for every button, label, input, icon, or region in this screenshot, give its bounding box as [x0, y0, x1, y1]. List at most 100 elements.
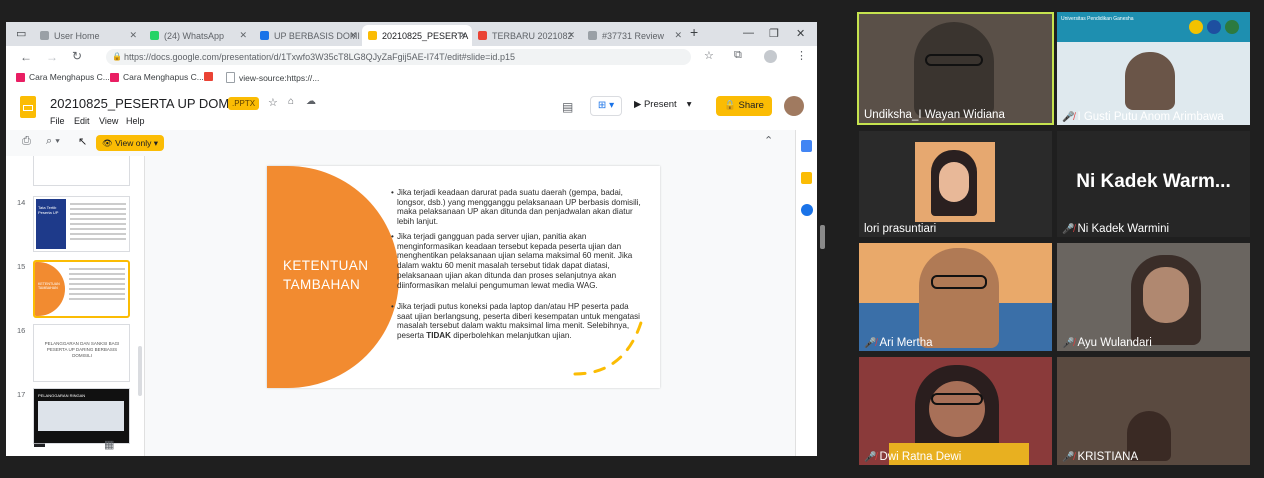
- participant-name-placeholder: Ni Kadek Warm...: [1076, 171, 1231, 192]
- participant-face: [929, 381, 985, 437]
- account-avatar[interactable]: [784, 96, 804, 116]
- page-icon: [226, 72, 235, 83]
- participant-face: [1143, 267, 1189, 323]
- select-cursor-icon[interactable]: ↖: [78, 135, 87, 148]
- print-icon[interactable]: ⎙: [22, 135, 31, 148]
- calendar-icon[interactable]: [801, 140, 812, 152]
- close-tab-icon[interactable]: ✕: [567, 30, 575, 41]
- bookmark-star-icon[interactable]: ☆: [704, 49, 714, 62]
- move-folder-icon[interactable]: ⌂: [288, 96, 294, 107]
- close-tab-icon[interactable]: ✕: [674, 30, 682, 41]
- participant-tile[interactable]: 🎤̸ Dwi Ratna Dewi: [859, 357, 1052, 465]
- close-window-icon[interactable]: ✕: [796, 27, 805, 40]
- present-icon: ▶: [634, 99, 644, 110]
- comments-icon[interactable]: ▤: [562, 100, 573, 114]
- participant-name: 🎤̸ Ayu Wulandari: [1062, 337, 1152, 349]
- browser-tab-active-slides[interactable]: 20210825_PESERTA ✕: [362, 25, 472, 46]
- slides-toolbar: ⎙ ⌕ ▾ ↖ 👁 View only ▾ ⌃: [6, 130, 817, 157]
- bookmark-item[interactable]: [204, 72, 217, 81]
- window-menu-icon[interactable]: ▭: [16, 27, 26, 40]
- star-icon[interactable]: ☆: [268, 96, 278, 109]
- zoom-icon[interactable]: ⌕ ▾: [46, 135, 60, 148]
- browser-tab-up-berbasis[interactable]: UP BERBASIS DOMI ✕: [254, 25, 362, 46]
- reload-icon[interactable]: ↻: [72, 49, 82, 63]
- tasks-icon[interactable]: [801, 204, 813, 216]
- url-field[interactable]: 🔒 https://docs.google.com/presentation/d…: [106, 49, 691, 65]
- grid-view-icon[interactable]: ▦: [104, 438, 114, 451]
- tab-label: (24) WhatsApp: [164, 30, 225, 41]
- filmstrip-scrollbar[interactable]: [138, 346, 142, 396]
- slide-thumbnail-15-selected[interactable]: KETENTUAN TAMBAHAN: [33, 260, 130, 318]
- bookmark-item[interactable]: Cara Menghapus C...: [16, 72, 110, 82]
- menu-edit[interactable]: Edit: [74, 116, 90, 126]
- participant-tile[interactable]: 🎤̸ KRISTIANA: [1057, 357, 1250, 465]
- slides-logo-icon[interactable]: [20, 96, 36, 118]
- browser-tab-terbaru[interactable]: TERBARU 2021082 ✕: [472, 25, 580, 46]
- expand-panel-icon[interactable]: ›: [779, 452, 783, 456]
- muted-mic-icon: 🎤̸: [1062, 338, 1075, 349]
- participant-tile[interactable]: Ni Kadek Warm... 🎤̸ Ni Kadek Warmini: [1057, 131, 1250, 237]
- participant-tile[interactable]: 🎤̸ Ayu Wulandari: [1057, 243, 1250, 351]
- browser-tab-whatsapp[interactable]: (24) WhatsApp ✕: [144, 25, 252, 46]
- ministry-logo-icon: [1207, 20, 1221, 34]
- thumbnail-text-lines: [69, 268, 125, 270]
- forward-icon[interactable]: →: [46, 50, 58, 64]
- slide-thumbnail-16[interactable]: PELANGGARAN DAN SANKSI BAGI PESERTA UP D…: [33, 324, 130, 382]
- minimize-icon[interactable]: —: [743, 27, 754, 39]
- new-slide-button[interactable]: ⊞ ▾: [590, 96, 622, 116]
- menu-file[interactable]: File: [50, 116, 65, 126]
- slide-number: 17: [17, 390, 26, 399]
- view-only-label: View only: [115, 138, 152, 148]
- back-icon[interactable]: ←: [20, 50, 32, 64]
- tab-label: User Home: [54, 30, 100, 41]
- close-tab-icon[interactable]: ✕: [239, 30, 247, 41]
- present-button[interactable]: ▶ Present ▾: [634, 96, 691, 114]
- maximize-icon[interactable]: ❐: [769, 27, 779, 40]
- close-tab-icon[interactable]: ✕: [459, 30, 467, 41]
- slide-thumbnail-14[interactable]: Tata Tertib Peserta UP: [33, 196, 130, 252]
- participant-video: [914, 22, 994, 117]
- present-dropdown-icon[interactable]: ▾: [687, 99, 692, 110]
- collapse-toolbar-icon[interactable]: ⌃: [764, 134, 773, 147]
- browser-tab-review[interactable]: #37731 Review ✕: [582, 25, 687, 46]
- filmstrip-view-icon[interactable]: ▬: [34, 438, 45, 450]
- document-title[interactable]: 20210825_PESERTA UP DOMISILI: [50, 96, 256, 111]
- view-only-button[interactable]: 👁 View only ▾: [96, 135, 165, 151]
- menu-help[interactable]: Help: [126, 116, 145, 126]
- slide-canvas: KETENTUAN TAMBAHAN Jika terjadi keadaan …: [145, 156, 795, 456]
- address-bar-row: ← → ↻ 🔒 https://docs.google.com/presenta…: [6, 46, 817, 69]
- thumbnail-table: [38, 401, 124, 431]
- slide-thumbnail-partial[interactable]: [33, 156, 130, 186]
- browser-tab-user-home[interactable]: User Home ✕: [34, 25, 142, 46]
- share-button[interactable]: 🔒 Share: [716, 96, 772, 116]
- menu-view[interactable]: View: [99, 116, 118, 126]
- bookmark-item[interactable]: Cara Menghapus C...: [110, 72, 204, 82]
- extensions-icon[interactable]: ⧉: [734, 49, 742, 62]
- decorative-dashed-arc: [573, 314, 645, 376]
- keep-icon[interactable]: [801, 172, 812, 184]
- close-tab-icon[interactable]: ✕: [349, 30, 357, 41]
- thumbnail-title: Tata Tertib Peserta UP: [36, 199, 66, 249]
- glasses: [925, 54, 983, 66]
- split-handle[interactable]: [820, 225, 825, 249]
- participant-tile[interactable]: lori prasuntiari: [859, 131, 1052, 237]
- participant-tile[interactable]: 🎤̸ Ari Mertha: [859, 243, 1052, 351]
- new-tab-icon[interactable]: +: [690, 24, 698, 40]
- bookmarks-bar: Cara Menghapus C... Cara Menghapus C... …: [6, 68, 817, 88]
- cloud-status-icon: ☁: [306, 96, 316, 107]
- profile-avatar[interactable]: [764, 50, 777, 63]
- participant-tile[interactable]: Universitas Pendidikan Ganesha 🎤̸ I Gusti…: [1057, 12, 1250, 125]
- bookmark-item[interactable]: view-source:https://...: [226, 72, 319, 83]
- muted-mic-icon: 🎤̸: [1062, 112, 1075, 123]
- participant-video: [919, 248, 999, 348]
- lock-icon: 🔒: [112, 52, 122, 61]
- slide-thumbnail-17[interactable]: PELANGGARAN RINGAN: [33, 388, 130, 444]
- thumbnail-title: KETENTUAN TAMBAHAN: [35, 262, 65, 316]
- browser-menu-icon[interactable]: ⋮: [796, 49, 807, 62]
- participant-tile-active-speaker[interactable]: Undiksha_I Wayan Widiana: [857, 12, 1054, 125]
- thumbnail-title: PELANGGARAN RINGAN: [38, 393, 86, 398]
- bookmark-label: Cara Menghapus C...: [29, 72, 110, 82]
- close-tab-icon[interactable]: ✕: [129, 30, 137, 41]
- participant-name: 🎤̸ KRISTIANA: [1062, 451, 1139, 463]
- thumbnail-title: PELANGGARAN DAN SANKSI BAGI PESERTA UP D…: [44, 341, 120, 358]
